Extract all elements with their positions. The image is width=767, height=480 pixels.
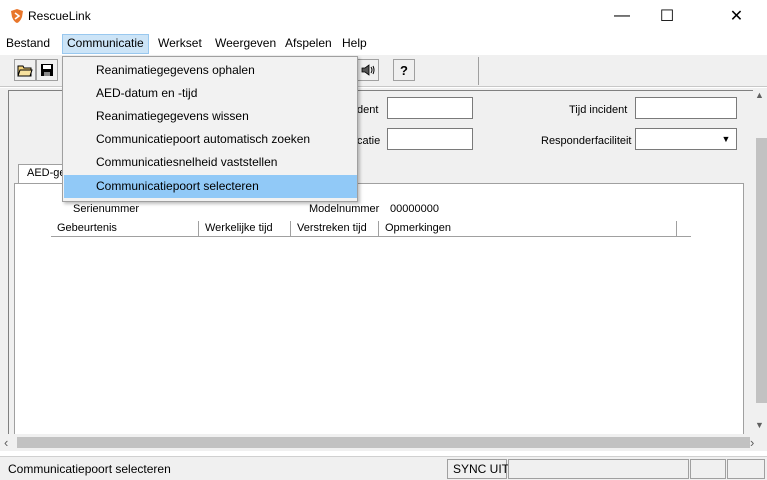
- scroll-left-icon[interactable]: ‹: [4, 435, 8, 450]
- window-title: RescueLink: [28, 9, 91, 23]
- tijd-incident-label: Tijd incident: [569, 104, 628, 116]
- status-panel: [690, 459, 726, 479]
- help-question-icon[interactable]: ?: [393, 59, 415, 81]
- help-question-glyph: ?: [400, 62, 408, 78]
- menu-werkset[interactable]: Werkset: [154, 35, 206, 53]
- speaker-icon[interactable]: [357, 59, 379, 81]
- menu-bar: Bestand Communicatie Werkset Weergeven A…: [0, 32, 767, 54]
- save-icon[interactable]: [36, 59, 58, 81]
- scroll-up-icon[interactable]: ▲: [755, 90, 764, 100]
- menu-item-reanimatiegegevens-wissen[interactable]: Reanimatiegegevens wissen: [64, 105, 357, 128]
- menu-bestand[interactable]: Bestand: [2, 35, 54, 53]
- modelnummer-label: Modelnummer: [309, 203, 380, 215]
- toolbar-separator: [478, 57, 479, 85]
- modelnummer-value: 00000000: [390, 203, 439, 215]
- minimize-button[interactable]: —: [600, 0, 644, 32]
- menu-afspelen[interactable]: Afspelen: [281, 35, 336, 53]
- incident-field[interactable]: [387, 97, 473, 119]
- menu-item-reanimatiegegevens-ophalen[interactable]: Reanimatiegegevens ophalen: [64, 59, 357, 82]
- status-panel: [508, 459, 689, 479]
- column-verstreken-tijd[interactable]: Verstreken tijd: [291, 221, 379, 237]
- column-opmerkingen[interactable]: Opmerkingen: [379, 221, 677, 237]
- responderfaciliteit-label: Responderfaciliteit: [541, 135, 632, 147]
- communicatie-dropdown-menu: Reanimatiegegevens ophalen AED-datum en …: [62, 56, 358, 202]
- chevron-down-icon[interactable]: ▼: [718, 131, 734, 147]
- sync-status: SYNC UIT: [453, 462, 510, 476]
- menu-weergeven[interactable]: Weergeven: [211, 35, 280, 53]
- serienummer-label: Serienummer: [73, 203, 140, 215]
- menu-help[interactable]: Help: [338, 35, 371, 53]
- column-gebeurtenis[interactable]: Gebeurtenis: [51, 221, 199, 237]
- event-grid-header: Gebeurtenis Werkelijke tijd Verstreken t…: [51, 221, 691, 237]
- menu-item-aed-datum-tijd[interactable]: AED-datum en -tijd: [64, 82, 357, 105]
- menu-item-communicatiepoort-selecteren[interactable]: Communicatiepoort selecteren: [64, 175, 357, 198]
- vertical-scroll-thumb[interactable]: [756, 138, 767, 403]
- menu-item-communicatiesnelheid-vaststellen[interactable]: Communicatiesnelheid vaststellen: [64, 151, 357, 174]
- open-folder-icon[interactable]: [14, 59, 36, 81]
- status-text: Communicatiepoort selecteren: [8, 462, 171, 476]
- locatie-label: catie: [357, 135, 381, 147]
- maximize-button[interactable]: ☐: [645, 0, 689, 32]
- locatie-field[interactable]: [387, 128, 473, 150]
- rescuelink-app-icon: [10, 8, 24, 24]
- menu-item-communicatiepoort-automatisch-zoeken[interactable]: Communicatiepoort automatisch zoeken: [64, 128, 357, 151]
- horizontal-scroll-thumb[interactable]: [17, 437, 750, 448]
- menu-communicatie[interactable]: Communicatie: [62, 34, 149, 54]
- scroll-down-icon[interactable]: ▼: [755, 420, 764, 430]
- close-button[interactable]: ✕: [706, 0, 767, 32]
- status-panel: [727, 459, 765, 479]
- tijd-incident-field[interactable]: [635, 97, 737, 119]
- scroll-right-icon[interactable]: ›: [750, 435, 754, 450]
- column-werkelijke-tijd[interactable]: Werkelijke tijd: [199, 221, 291, 237]
- event-grid-body[interactable]: [51, 237, 691, 433]
- tab-aed-gegevens-label: AED-ge: [27, 167, 66, 179]
- responderfaciliteit-combobox[interactable]: ▼: [635, 128, 737, 150]
- incident-label: dent: [357, 104, 379, 116]
